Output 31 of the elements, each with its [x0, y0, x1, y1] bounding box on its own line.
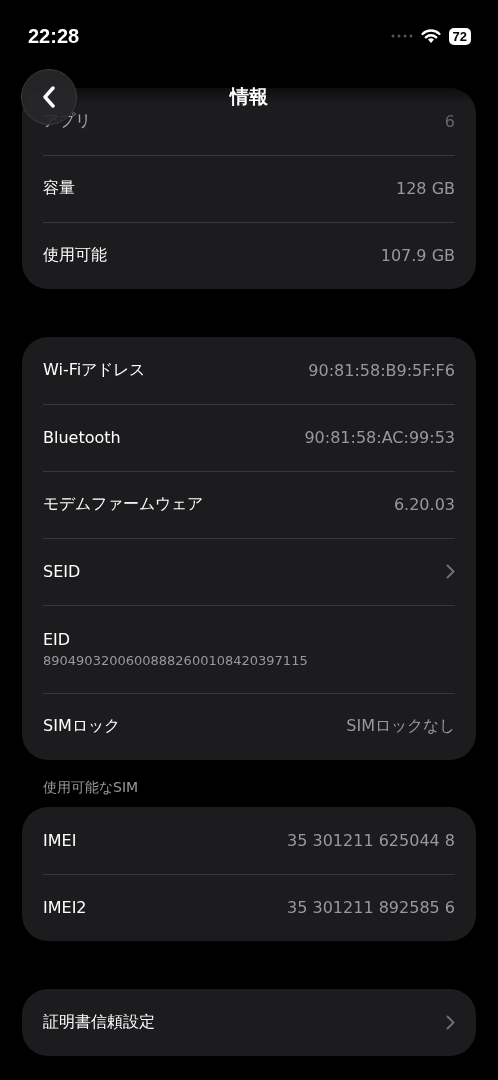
row-label: Bluetooth [43, 428, 121, 447]
row-label: EID [43, 630, 71, 649]
row-label: アプリ [43, 111, 91, 132]
row-label: IMEI [43, 831, 77, 850]
row-value: 35 301211 892585 6 [287, 898, 455, 917]
row-label[interactable]: SEID [43, 562, 81, 581]
row-value: SIMロックなし [346, 716, 455, 737]
row-label: 容量 [43, 178, 75, 199]
nav-title: 情報 [230, 84, 268, 109]
chevron-icon[interactable] [446, 564, 455, 579]
row-value: 128 GB [396, 179, 455, 198]
row-value: 6 [444, 112, 455, 131]
section-header: 使用可能なSIM [43, 779, 140, 797]
battery-level: 72 [448, 27, 471, 45]
row-label: IMEI2 [43, 898, 87, 917]
back-chevron-icon [42, 86, 56, 108]
row-label: Wi-Fiアドレス [43, 360, 146, 381]
status-time: 22:28 [28, 24, 80, 48]
row-label: モデムファームウェア [43, 494, 203, 515]
row-label: 使用可能 [43, 245, 107, 266]
row-value: 6.20.03 [393, 495, 455, 514]
row-value: 107.9 GB [380, 246, 455, 265]
row-label[interactable]: 証明書信頼設定 [43, 1012, 155, 1033]
chevron-icon[interactable] [446, 1015, 455, 1030]
row-label: SIMロック [43, 716, 120, 737]
row-value: 90:81:58:B9:5F:F6 [308, 361, 455, 380]
row-value: 90:81:58:AC:99:53 [304, 428, 455, 447]
row-value: 89049032006008882600108420397115 [43, 653, 308, 668]
wifi-icon [420, 28, 441, 44]
signal-icon [390, 34, 413, 38]
row-value: 35 301211 625044 8 [287, 831, 455, 850]
